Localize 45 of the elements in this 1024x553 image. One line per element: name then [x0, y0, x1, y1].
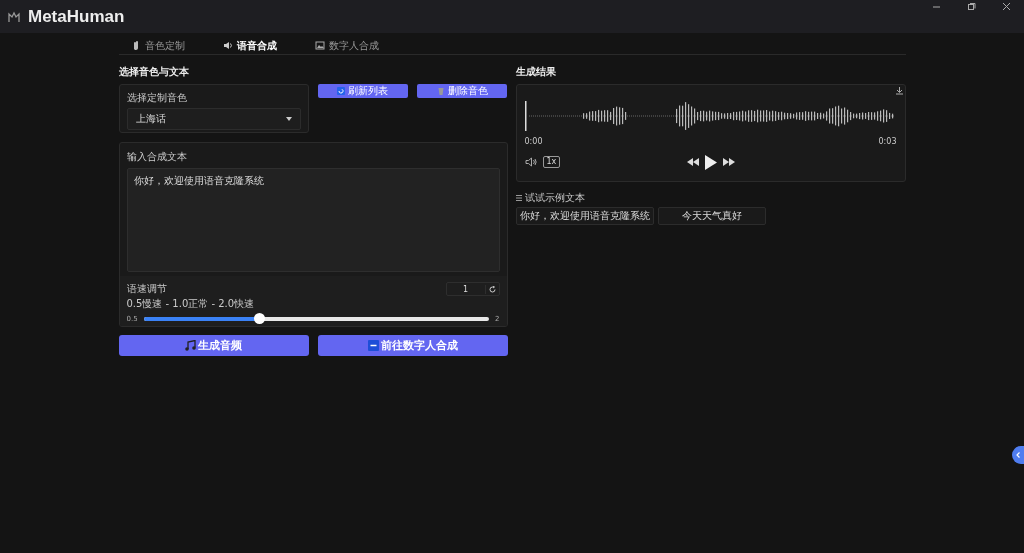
app-title: MetaHuman	[28, 6, 125, 27]
toolbar-button[interactable]: 刷新列表	[317, 84, 408, 98]
download-icon[interactable]	[894, 86, 904, 95]
section-title: 生成结果	[515, 65, 557, 77]
fast-forward-icon[interactable]	[722, 158, 735, 166]
volume-icon[interactable]	[524, 157, 537, 167]
section-title: 选择音色与文本	[118, 65, 190, 77]
tab[interactable]: 音色定制	[130, 38, 223, 53]
examples-label: 试试示例文本	[524, 191, 585, 205]
close-icon[interactable]	[1002, 2, 1011, 11]
action-button[interactable]: 生成音频	[118, 335, 309, 356]
collapse-tab[interactable]	[1012, 446, 1024, 464]
caret-icon	[285, 117, 292, 121]
number-value: 1	[446, 284, 486, 294]
duration: 0:03	[878, 137, 897, 146]
example-chip[interactable]: 今天天气真好	[657, 207, 766, 225]
slider-thumb[interactable]	[253, 313, 265, 324]
refresh-icon	[337, 87, 346, 95]
music-note-icon	[185, 340, 196, 351]
dropdown-value: 上海话	[135, 112, 166, 126]
trash-icon	[436, 87, 445, 95]
maximize-icon[interactable]	[967, 2, 976, 11]
picture-frame-icon	[314, 40, 325, 51]
number-field[interactable]: 1	[445, 282, 500, 296]
field-label: 语速调节	[126, 282, 168, 296]
speaker-icon	[222, 40, 233, 51]
play-icon[interactable]	[704, 154, 717, 170]
tab[interactable]: 数字人合成	[314, 38, 407, 53]
logo-icon	[8, 10, 20, 23]
field-label: 选择定制音色	[126, 91, 188, 105]
playback-speed-button[interactable]: 1x	[542, 156, 561, 168]
current-time: 0:00	[524, 137, 543, 146]
rewind-icon[interactable]	[686, 158, 699, 166]
reset-icon[interactable]	[488, 285, 496, 293]
text-input-field[interactable]: 你好，欢迎使用语音克隆系统	[126, 168, 500, 272]
action-button[interactable]: 前往数字人合成	[317, 335, 508, 356]
minus-square-icon	[367, 340, 379, 351]
list-icon	[515, 195, 522, 201]
example-chip[interactable]: 你好，欢迎使用语音克隆系统	[515, 207, 654, 225]
tab[interactable]: 语音合成	[222, 38, 315, 53]
hint-text: 0.5慢速 - 1.0正常 - 2.0快速	[126, 297, 255, 311]
field-label: 输入合成文本	[126, 150, 188, 164]
toolbar-button[interactable]: 删除音色	[417, 84, 508, 98]
voice-dropdown[interactable]: 上海话	[126, 108, 301, 130]
chevron-left-icon	[1016, 452, 1020, 458]
